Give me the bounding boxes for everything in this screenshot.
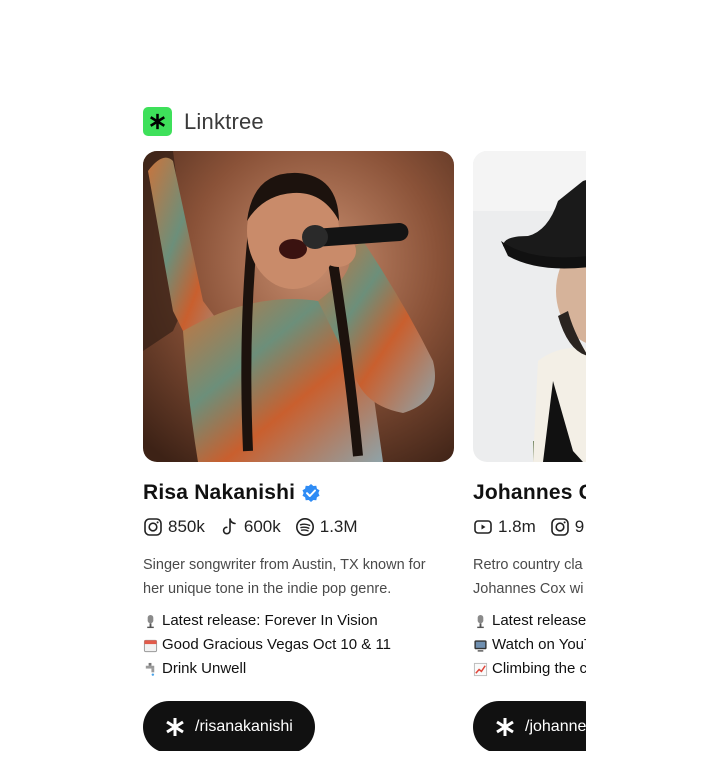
profile-bio: Singer songwriter from Austin, TX known … [143, 553, 453, 601]
profile-photo [473, 151, 586, 462]
profile-name-row: Johannes C [473, 480, 586, 506]
stat-value: 1.3M [319, 517, 358, 536]
stat-instagram[interactable]: 850k [143, 517, 205, 537]
chart-up-icon [473, 662, 488, 676]
stat-spotify[interactable]: 1.3M [295, 517, 358, 537]
profile-stats: 850k 600k 1.3M [143, 515, 455, 539]
profile-stats: 1.8m 9 [473, 515, 586, 539]
profile-carousel[interactable]: Risa Nakanishi 850k 600k 1.3M Singer son… [143, 151, 586, 751]
profile-card[interactable]: Risa Nakanishi 850k 600k 1.3M Singer son… [143, 151, 455, 751]
brand-header: Linktree [143, 107, 264, 136]
profile-card[interactable]: Johannes C 1.8m 9 Retro country cla Joha… [473, 151, 586, 751]
instagram-icon [144, 518, 162, 536]
link-item[interactable]: Drink Unwell [143, 657, 455, 681]
television-icon [474, 639, 487, 652]
linktree-star-icon [143, 107, 172, 136]
verified-badge-icon [302, 484, 320, 502]
profile-links: Latest release Watch on YouT Climbing th… [473, 609, 586, 681]
stat-value: 850k [168, 517, 205, 536]
calendar-icon [143, 639, 158, 652]
link-item[interactable]: Latest release: Forever In Vision [143, 609, 455, 633]
profile-name: Risa Nakanishi [143, 481, 296, 504]
profile-link-button[interactable]: /risanakanishi [143, 701, 315, 751]
stat-youtube[interactable]: 1.8m [473, 517, 536, 537]
profile-name-row: Risa Nakanishi [143, 480, 455, 506]
youtube-icon [474, 520, 492, 534]
profile-link-button[interactable]: /johanne [473, 701, 586, 751]
spotify-icon [295, 518, 314, 536]
bio-line: Singer songwriter from Austin, TX known … [143, 557, 426, 573]
microphone-icon [477, 614, 484, 628]
bio-line: her unique tone in the indie pop genre. [143, 581, 392, 597]
profile-handle: /risanakanishi [195, 718, 293, 735]
link-item[interactable]: Latest release [473, 609, 586, 633]
brand-name: Linktree [184, 108, 264, 134]
bio-line: Retro country cla [473, 557, 583, 573]
instagram-icon [550, 518, 569, 536]
profile-name: Johannes C [473, 481, 586, 504]
link-item[interactable]: Climbing the c [473, 657, 586, 681]
link-item[interactable]: Good Gracious Vegas Oct 10 & 11 [143, 633, 455, 657]
profile-handle: /johanne [525, 718, 586, 735]
profile-bio: Retro country cla Johannes Cox wi [473, 553, 586, 601]
microphone-icon [147, 614, 154, 628]
profile-photo [143, 151, 454, 462]
tiktok-icon [222, 518, 236, 535]
stat-instagram[interactable]: 9 [550, 517, 584, 537]
stat-value: 600k [243, 517, 281, 536]
stat-tiktok[interactable]: 600k [219, 517, 281, 537]
stat-value: 1.8m [498, 517, 536, 536]
profile-links: Latest release: Forever In Vision Good G… [143, 609, 455, 681]
faucet-icon [145, 662, 155, 676]
bio-line: Johannes Cox wi [473, 581, 584, 597]
link-item[interactable]: Watch on YouT [473, 633, 586, 657]
linktree-star-icon [166, 718, 184, 736]
linktree-star-icon [496, 718, 514, 736]
stat-value: 9 [574, 517, 585, 536]
